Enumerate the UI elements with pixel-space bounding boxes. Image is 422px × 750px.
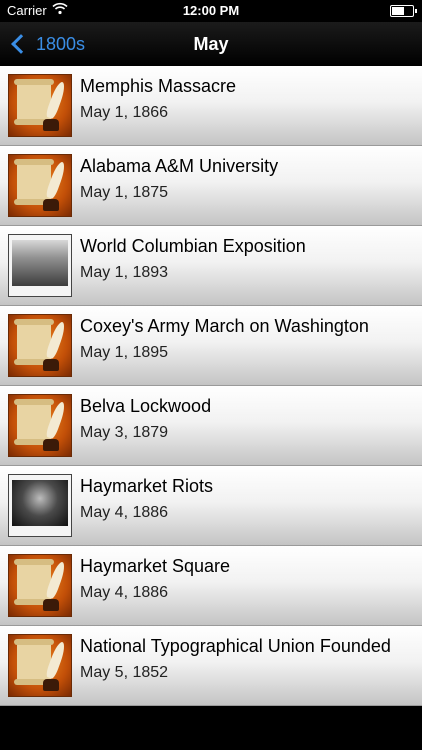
event-title: World Columbian Exposition xyxy=(80,236,306,256)
list-item[interactable]: Belva Lockwood May 3, 1879 xyxy=(0,386,422,466)
list-item[interactable]: Haymarket Square May 4, 1886 xyxy=(0,546,422,626)
riot-photo xyxy=(8,474,72,537)
status-time: 12:00 PM xyxy=(182,3,240,18)
event-date: May 5, 1852 xyxy=(80,664,169,681)
event-date: May 3, 1879 xyxy=(80,424,169,441)
parchment-quill-icon xyxy=(8,314,72,377)
event-title: Memphis Massacre xyxy=(80,76,237,96)
events-list: Memphis Massacre May 1, 1866 Alabama A&M… xyxy=(0,66,422,706)
parchment-quill-icon xyxy=(8,74,72,137)
event-title: National Typographical Union Founded xyxy=(80,636,391,656)
list-item[interactable]: Haymarket Riots May 4, 1886 xyxy=(0,466,422,546)
event-title: Alabama A&M University xyxy=(80,156,279,176)
event-date: May 1, 1893 xyxy=(80,264,169,281)
event-date: May 1, 1875 xyxy=(80,184,169,201)
bottom-bar xyxy=(0,706,422,750)
back-button-label: 1800s xyxy=(36,33,86,54)
event-date: May 1, 1866 xyxy=(80,104,169,121)
list-item[interactable]: Alabama A&M University May 1, 1875 xyxy=(0,146,422,226)
event-date: May 1, 1895 xyxy=(80,344,169,361)
parchment-quill-icon xyxy=(8,554,72,617)
parchment-quill-icon xyxy=(8,634,72,697)
event-date: May 4, 1886 xyxy=(80,504,169,521)
chevron-left-icon xyxy=(11,34,31,54)
back-button[interactable]: 1800s xyxy=(10,30,85,58)
event-title: Haymarket Square xyxy=(80,556,231,576)
list-item[interactable]: Memphis Massacre May 1, 1866 xyxy=(0,66,422,146)
navigation-bar: May 1800s xyxy=(0,22,422,66)
event-title: Haymarket Riots xyxy=(80,476,214,496)
list-item[interactable]: National Typographical Union Founded May… xyxy=(0,626,422,706)
status-bar: Carrier 12:00 PM xyxy=(0,0,422,22)
event-title: Coxey's Army March on Washington xyxy=(80,316,369,336)
list-item[interactable]: Coxey's Army March on Washington May 1, … xyxy=(0,306,422,386)
event-date: May 4, 1886 xyxy=(80,584,169,601)
parchment-quill-icon xyxy=(8,154,72,217)
list-item[interactable]: World Columbian Exposition May 1, 1893 xyxy=(0,226,422,306)
exposition-photo xyxy=(8,234,72,297)
parchment-quill-icon xyxy=(8,394,72,457)
battery-icon xyxy=(390,5,417,17)
event-title: Belva Lockwood xyxy=(80,396,212,416)
